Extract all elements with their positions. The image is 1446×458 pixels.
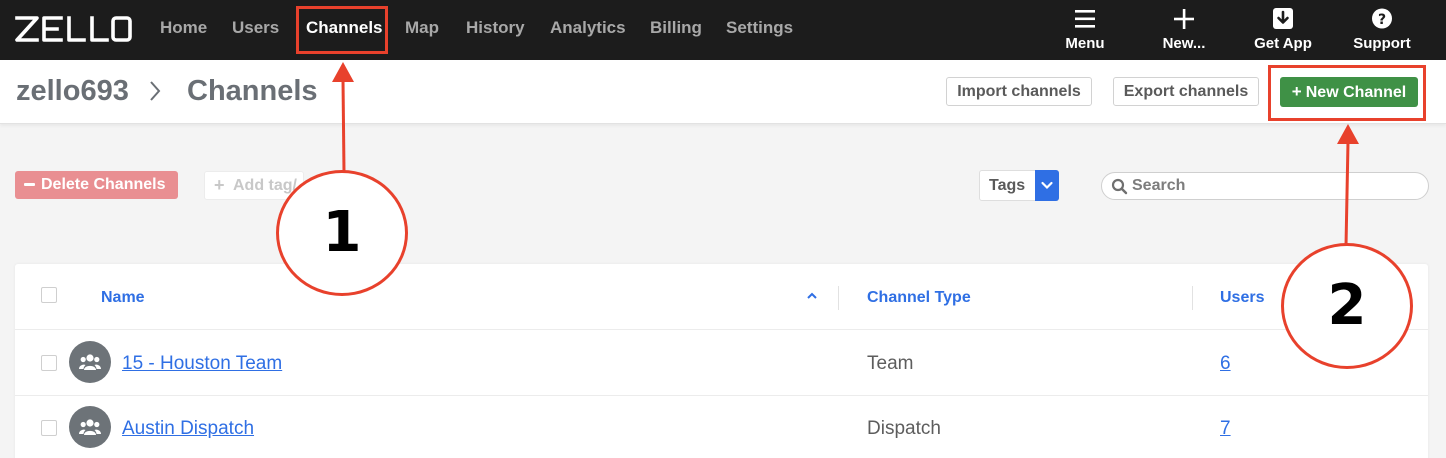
tags-filter-label: Tags bbox=[989, 177, 1026, 194]
search-icon bbox=[1111, 178, 1128, 195]
search-box bbox=[1101, 172, 1429, 200]
annotation-step-2: 2 bbox=[1281, 243, 1413, 369]
top-nav-bar: Home Users Channels Map History Analytic… bbox=[0, 0, 1446, 60]
breadcrumb-account[interactable]: zello693 bbox=[16, 75, 129, 108]
column-header-users[interactable]: Users bbox=[1220, 289, 1264, 307]
channel-users-link[interactable]: 7 bbox=[1220, 418, 1231, 440]
add-tag-label: Add tag/ bbox=[233, 177, 297, 194]
nav-home[interactable]: Home bbox=[160, 18, 207, 38]
support-label: Support bbox=[1353, 35, 1411, 52]
channel-name-link[interactable]: 15 - Houston Team bbox=[122, 353, 282, 375]
channel-users-link[interactable]: 6 bbox=[1220, 353, 1231, 375]
page-header: zello693 Channels Import channels Export… bbox=[0, 60, 1446, 124]
svg-text:?: ? bbox=[1378, 12, 1386, 28]
export-channels-button[interactable]: Export channels bbox=[1113, 77, 1259, 106]
column-divider bbox=[838, 286, 839, 310]
channel-avatar bbox=[69, 341, 111, 383]
delete-channels-label: Delete Channels bbox=[41, 176, 166, 193]
hamburger-icon bbox=[1075, 10, 1095, 28]
tags-dropdown-toggle[interactable] bbox=[1035, 170, 1059, 201]
column-divider bbox=[1192, 286, 1193, 310]
import-channels-button[interactable]: Import channels bbox=[946, 77, 1092, 106]
channel-type-cell: Dispatch bbox=[867, 418, 941, 439]
nav-history[interactable]: History bbox=[466, 18, 525, 38]
page-title: Channels bbox=[187, 75, 318, 107]
menu-button[interactable]: Menu bbox=[1035, 6, 1135, 54]
sort-ascending-icon[interactable] bbox=[806, 292, 818, 300]
row-divider bbox=[15, 395, 1428, 396]
new-menu-label: New... bbox=[1162, 35, 1206, 52]
nav-users[interactable]: Users bbox=[232, 18, 279, 38]
annotation-step-1: 1 bbox=[276, 170, 408, 296]
plus-icon bbox=[1174, 9, 1194, 29]
channel-type-cell: Team bbox=[867, 353, 914, 374]
select-all-checkbox[interactable] bbox=[41, 287, 57, 303]
nav-billing[interactable]: Billing bbox=[650, 18, 702, 38]
plus-icon: + bbox=[214, 175, 225, 195]
help-icon: ? bbox=[1372, 8, 1392, 29]
column-header-channel-type[interactable]: Channel Type bbox=[867, 289, 971, 307]
column-header-name[interactable]: Name bbox=[101, 289, 145, 307]
channel-avatar bbox=[69, 406, 111, 448]
download-icon bbox=[1273, 8, 1293, 29]
search-input[interactable] bbox=[1132, 176, 1412, 196]
nav-map[interactable]: Map bbox=[405, 18, 439, 38]
group-icon bbox=[79, 419, 101, 435]
nav-settings[interactable]: Settings bbox=[726, 18, 793, 38]
delete-channels-button[interactable]: Delete Channels bbox=[15, 171, 178, 199]
tags-filter-select[interactable]: Tags bbox=[979, 170, 1059, 201]
channel-name-link[interactable]: Austin Dispatch bbox=[122, 418, 254, 440]
new-menu-button[interactable]: New... bbox=[1134, 6, 1234, 54]
chevron-right-icon bbox=[150, 81, 161, 101]
zello-logo[interactable] bbox=[14, 14, 132, 44]
support-button[interactable]: ? Support bbox=[1332, 6, 1432, 54]
row-divider bbox=[15, 329, 1428, 330]
get-app-button[interactable]: Get App bbox=[1233, 6, 1333, 54]
chevron-down-icon bbox=[1041, 181, 1053, 190]
group-icon bbox=[79, 354, 101, 370]
minus-icon bbox=[24, 183, 35, 186]
row-checkbox[interactable] bbox=[41, 355, 57, 371]
get-app-label: Get App bbox=[1254, 35, 1312, 52]
nav-analytics[interactable]: Analytics bbox=[550, 18, 626, 38]
annotation-highlight-channels bbox=[296, 6, 388, 54]
menu-label: Menu bbox=[1065, 35, 1105, 52]
row-checkbox[interactable] bbox=[41, 420, 57, 436]
annotation-highlight-new-channel bbox=[1268, 65, 1426, 121]
